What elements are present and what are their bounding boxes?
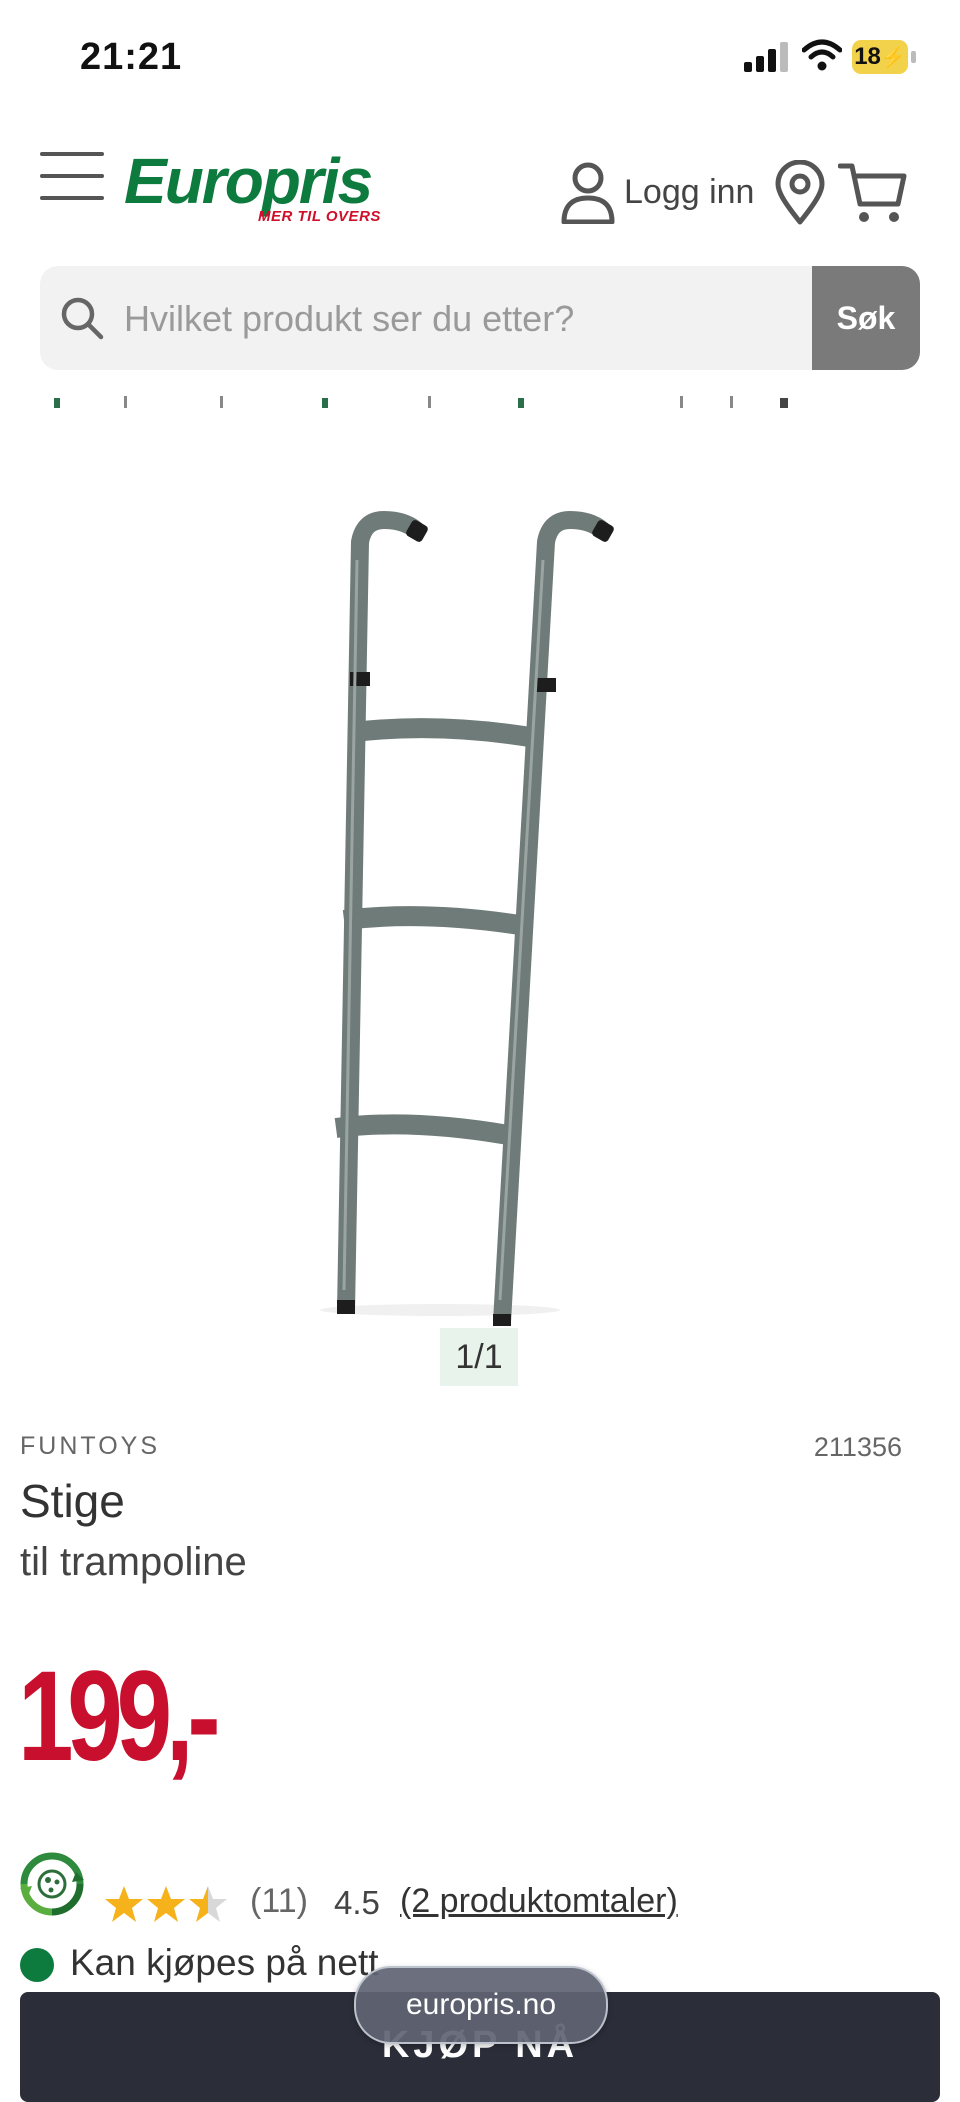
browser-url-pill[interactable]: europris.no [354,1966,608,2044]
login-label: Logg inn [624,172,755,211]
cart-icon[interactable] [838,160,908,226]
breadcrumb [54,396,788,408]
status-time: 21:21 [80,36,183,78]
reviews-link[interactable]: (2 produktomtaler) [400,1882,678,1921]
search-input[interactable] [122,266,846,370]
rating-value: 4.5 [334,1884,380,1921]
cellular-signal-icon [744,42,788,72]
battery-level: 18 [854,43,881,70]
sustainability-icon[interactable] [18,1850,86,1918]
star-half-icon [189,1886,227,1922]
logo-tagline: MER TIL OVERS [258,208,381,225]
availability-dot-icon [20,1948,54,1982]
product-brand[interactable]: FUNTOYS [20,1432,160,1461]
product-subtitle: til trampoline [20,1540,247,1584]
product-image[interactable] [300,500,640,1350]
product-sku: 211356 [813,1432,902,1462]
review-count: (11) [250,1882,308,1920]
user-icon [561,162,615,224]
login-button[interactable]: Logg inn [560,160,754,224]
product-title: Stige [20,1475,125,1527]
rating-stars [105,1886,227,1922]
star-icon [147,1886,185,1922]
availability-text: Kan kjøpes på nett [70,1942,379,1983]
image-counter: 1/1 [440,1328,518,1386]
europris-logo[interactable]: Europris MER TIL OVERS [124,145,380,234]
search-icon [61,297,104,340]
logo-text: Europris [124,145,373,217]
search-bar: Søk [40,266,920,370]
location-pin-icon[interactable] [772,160,828,226]
product-price: 199,- [18,1645,221,1788]
wifi-icon [802,39,842,71]
menu-icon[interactable] [40,152,104,202]
battery-indicator: 18 ⚡ [852,40,916,74]
star-icon [105,1886,143,1922]
search-button[interactable]: Søk [812,266,920,370]
